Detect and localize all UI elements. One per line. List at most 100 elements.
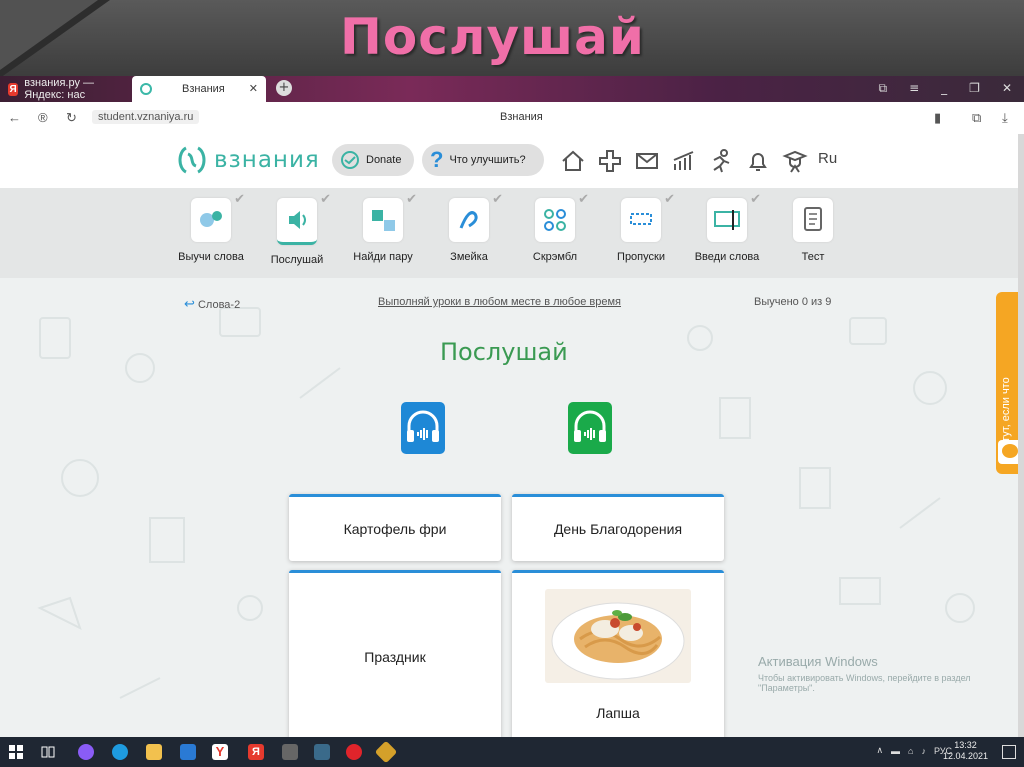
new-tab-button[interactable]: + (276, 80, 292, 96)
browser-tab-bar: Я взнания.ру — Яндекс: нас Взнания ✕ + ⧉… (0, 76, 1024, 102)
url-field[interactable]: student.vznaniya.ru (92, 110, 200, 124)
page-content: взнания Donate ? Что улучшить? Ru ✔ Выуч… (0, 134, 1024, 737)
bookmarks-icon[interactable]: ⧉ (879, 81, 888, 96)
lesson-bar: ✔ Выучи слова ✔ Послушай ✔ Найди пару ✔ … (0, 188, 1024, 278)
tab-label: взнания.ру — Яндекс: нас (24, 77, 95, 101)
minimize-icon[interactable]: _ (941, 81, 947, 96)
browser-tab-yandex[interactable]: Я взнания.ру — Яндекс: нас (4, 76, 130, 102)
test-icon (804, 207, 822, 231)
speaker-icon (289, 211, 306, 229)
translate-icon[interactable]: ⧉ (972, 110, 981, 126)
bookmark-icon[interactable]: ▮ (934, 110, 941, 126)
task-view-icon[interactable] (40, 744, 56, 760)
question-icon: ? (430, 147, 444, 172)
answer-card[interactable]: День Благодорения (512, 494, 724, 561)
lesson-tile: ✔ (449, 192, 503, 242)
app-icon[interactable] (374, 740, 398, 764)
opera-icon[interactable] (346, 744, 362, 760)
close-icon[interactable]: ✕ (249, 82, 258, 95)
address-bar: ← ® ↻ student.vznaniya.ru Взнания ▮ ⧉ ⤓ (0, 102, 1024, 135)
explorer-icon[interactable] (146, 744, 162, 760)
lesson-snake[interactable]: ✔ Змейка (429, 192, 509, 263)
reload-icon[interactable]: ↻ (66, 110, 77, 126)
headphones-icon (407, 410, 439, 442)
restore-icon[interactable]: ❐ (969, 81, 980, 96)
snake-icon (459, 211, 478, 229)
alice-icon[interactable] (78, 744, 94, 760)
network-icon[interactable]: ⌂ (908, 746, 913, 756)
yandex-browser-icon[interactable]: Y (212, 744, 228, 760)
lesson-label: Послушай (270, 254, 324, 266)
battery-icon[interactable]: ▬ (891, 746, 900, 756)
lesson-listen[interactable]: ✔ Послушай (257, 192, 337, 266)
graduate-icon[interactable] (782, 148, 808, 174)
notifications-icon[interactable] (1002, 745, 1016, 759)
lesson-learn-words[interactable]: ✔ Выучи слова (171, 192, 251, 263)
chevron-up-icon[interactable]: ∧ (876, 745, 883, 756)
logo-text: взнания (214, 147, 320, 173)
close-window-icon[interactable]: ✕ (1002, 81, 1012, 96)
clock-date: 12.04.2021 (942, 751, 988, 761)
runner-icon[interactable] (708, 148, 734, 174)
system-tray: ∧ ▬ ⌂ ♪ РУС (876, 745, 952, 756)
lesson-test[interactable]: Тест (773, 198, 853, 263)
lesson-tile: ✔ (535, 192, 589, 242)
lesson-tile: ✔ (707, 192, 761, 242)
back-arrow-icon[interactable]: ← (8, 110, 21, 125)
lesson-gaps[interactable]: ✔ Пропуски (601, 192, 681, 263)
edge-icon[interactable] (112, 744, 128, 760)
stats-icon[interactable] (671, 148, 697, 174)
play-normal-button[interactable] (568, 402, 612, 454)
play-slow-button[interactable] (401, 402, 445, 454)
answer-card[interactable]: Праздник (289, 570, 501, 737)
slide-title: Послушай (340, 8, 645, 66)
progress-text: Выучено 0 из 9 (754, 296, 832, 308)
volume-icon[interactable]: ♪ (921, 746, 926, 756)
home-icon[interactable] (560, 148, 586, 174)
mail-icon[interactable] (634, 148, 660, 174)
clock-time: 13:32 (954, 740, 977, 750)
yandex-icon[interactable]: Я (248, 744, 264, 760)
lesson-tile (793, 198, 833, 242)
answer-card[interactable]: Картофель фри (289, 494, 501, 561)
browser-tab-vznaniya[interactable]: Взнания ✕ (132, 76, 266, 102)
donate-button[interactable]: Donate (332, 144, 414, 176)
vznaniya-favicon (140, 83, 152, 95)
bell-icon[interactable] (745, 148, 771, 174)
lesson-type-words[interactable]: ✔ Введи слова (687, 192, 767, 263)
lesson-label: Выучи слова (178, 251, 244, 263)
gaps-icon (630, 213, 652, 225)
answer-card-image[interactable]: Лапша (512, 570, 724, 737)
logo-icon (178, 146, 206, 174)
windows-start-icon[interactable] (8, 744, 24, 760)
lesson-find-pair[interactable]: ✔ Найди пару (343, 192, 423, 263)
tab-label: Взнания (182, 83, 225, 95)
card-label: День Благодорения (553, 521, 683, 537)
lesson-tile: ✔ (363, 192, 417, 242)
page-scrollbar[interactable] (1018, 134, 1024, 737)
lesson-label: Пропуски (617, 251, 665, 263)
yandex-icon: Я (8, 82, 19, 96)
check-icon: ✔ (578, 192, 589, 207)
download-icon[interactable]: ⤓ (1002, 110, 1008, 126)
mail-app-icon[interactable] (180, 744, 196, 760)
slide-decoration-inner (0, 0, 98, 70)
motto-link[interactable]: Выполняй уроки в любом месте в любое вре… (378, 296, 621, 308)
back-link[interactable]: ↩ Слова-2 (184, 296, 240, 312)
site-logo[interactable]: взнания (176, 144, 320, 176)
type-words-icon (714, 210, 740, 230)
check-icon: ✔ (492, 192, 503, 207)
language-switch[interactable]: Ru (818, 150, 837, 167)
lesson-tile: ✔ (621, 192, 675, 242)
clock[interactable]: 13:32 12.04.2021 (943, 740, 988, 762)
plus-icon[interactable] (597, 148, 623, 174)
header-icons (560, 148, 808, 174)
lesson-label: Найди пару (353, 251, 413, 263)
menu-icon[interactable]: ≡ (909, 81, 919, 96)
protect-icon[interactable]: ® (38, 110, 48, 125)
game-icon[interactable] (282, 744, 298, 760)
lesson-scramble[interactable]: ✔ Скрэмбл (515, 192, 595, 263)
noodles-image (545, 589, 691, 683)
improve-button[interactable]: ? Что улучшить? (422, 144, 544, 176)
tanks-icon[interactable] (314, 744, 330, 760)
